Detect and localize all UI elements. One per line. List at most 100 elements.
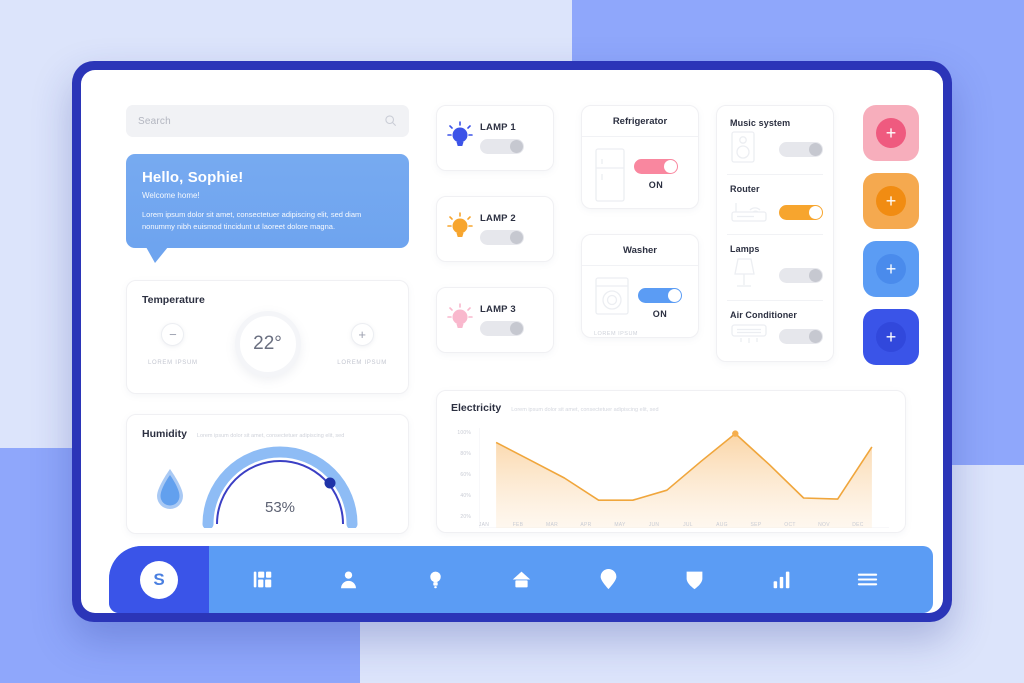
add-button-dark-blue[interactable]: + [863, 309, 919, 365]
air-conditioner-icon [730, 322, 768, 351]
temperature-value: 22° [234, 311, 301, 378]
location-pin-icon[interactable] [593, 565, 623, 595]
humidity-value: 53% [264, 499, 296, 517]
search-bar[interactable]: Search [126, 105, 409, 137]
hamburger-menu-icon[interactable] [853, 565, 883, 595]
greeting-subtitle: Welcome home! [142, 191, 200, 200]
lamp-1-label: LAMP 1 [480, 122, 516, 133]
lamp-column: LAMP 1 LAMP 2 LAMP 3 [436, 105, 554, 378]
speaker-icon [730, 130, 756, 169]
x-tick-oct: OCT [784, 522, 796, 528]
x-tick-sep: SEP [750, 522, 762, 528]
temperature-increase-button[interactable]: + [350, 322, 374, 346]
bottom-navigation: S [109, 546, 933, 613]
washer-toggle[interactable] [638, 288, 682, 303]
greeting-card: Hello, Sophie! Welcome home! Lorem ipsum… [126, 154, 409, 264]
user-icon[interactable] [334, 565, 364, 595]
device-row-music-system[interactable]: Music system [717, 118, 833, 169]
desk-lamp-icon [730, 256, 758, 295]
router-toggle[interactable] [779, 205, 823, 220]
add-button-light-blue[interactable]: + [863, 241, 919, 297]
divider [727, 234, 823, 235]
lamp-card-1[interactable]: LAMP 1 [436, 105, 554, 171]
x-tick-jun: JUN [648, 522, 660, 528]
x-tick-may: MAY [614, 522, 626, 528]
plus-icon: + [876, 322, 906, 352]
y-tick-40: 40% [460, 493, 471, 499]
lightbulb-icon[interactable] [420, 565, 450, 595]
x-tick-apr: APR [580, 522, 592, 528]
nav-items [209, 565, 933, 595]
x-tick-jul: JUL [683, 522, 693, 528]
lamp-3-toggle[interactable] [480, 321, 524, 336]
search-input[interactable]: Search [138, 116, 171, 127]
divider [727, 174, 823, 175]
divider [727, 300, 823, 301]
humidity-card: Humidity Lorem ipsum dolor sit amet, con… [126, 414, 409, 535]
electricity-area-chart [479, 428, 889, 528]
lamp-1-toggle[interactable] [480, 139, 524, 154]
washer-icon [594, 276, 630, 321]
electricity-chart-card: Electricity Lorem ipsum dolor sit amet, … [436, 390, 906, 533]
dashboard-grid-icon[interactable] [247, 565, 277, 595]
lightbulb-icon [447, 302, 473, 338]
lamp-card-2[interactable]: LAMP 2 [436, 196, 554, 262]
device-list-column: Music system Router Lamps Air Conditione… [716, 105, 834, 362]
washer-caption: LOREM IPSUM [594, 331, 639, 337]
refrigerator-card: Refrigerator ON [581, 105, 699, 209]
greeting-title: Hello, Sophie! [142, 169, 244, 186]
device-row-air-conditioner[interactable]: Air Conditioner [717, 310, 833, 351]
refrigerator-status: ON [648, 180, 664, 190]
plus-icon: + [876, 254, 906, 284]
x-tick-dec: DEC [852, 522, 864, 528]
lamp-3-label: LAMP 3 [480, 304, 516, 315]
device-row-lamps[interactable]: Lamps [717, 244, 833, 295]
temperature-right-caption: LOREM IPSUM [337, 359, 387, 366]
plus-icon: + [876, 186, 906, 216]
humidity-title: Humidity [142, 428, 187, 441]
greeting-body: Lorem ipsum dolor sit amet, consectetuer… [142, 210, 362, 231]
humidity-subtitle: Lorem ipsum dolor sit amet, consectetuer… [196, 433, 345, 440]
humidity-gauge: 53% [200, 446, 360, 530]
lamp-2-label: LAMP 2 [480, 213, 516, 224]
lamp-2-toggle[interactable] [480, 230, 524, 245]
refrigerator-icon [594, 147, 626, 208]
music-system-toggle[interactable] [779, 142, 823, 157]
router-icon [730, 196, 768, 229]
lamps-toggle[interactable] [779, 268, 823, 283]
x-tick-jan: JAN [478, 522, 490, 528]
temperature-left-caption: LOREM IPSUM [148, 359, 198, 366]
air-conditioner-label: Air Conditioner [730, 310, 797, 320]
x-tick-mar: MAR [545, 522, 558, 528]
add-button-orange[interactable]: + [863, 173, 919, 229]
bar-chart-icon[interactable] [766, 565, 796, 595]
shield-icon[interactable] [680, 565, 710, 595]
avatar[interactable]: S [140, 560, 178, 599]
lamp-card-3[interactable]: LAMP 3 [436, 287, 554, 353]
device-row-router[interactable]: Router [717, 184, 833, 229]
home-icon[interactable] [507, 565, 537, 595]
quick-add-buttons: + + + + [863, 105, 919, 365]
lightbulb-icon [447, 211, 473, 247]
air-conditioner-toggle[interactable] [779, 329, 823, 344]
tablet-frame: Search Hello, Sophie! Welcome home! Lore… [72, 61, 952, 622]
lamps-label: Lamps [730, 244, 760, 254]
water-drop-icon [154, 467, 186, 516]
add-button-pink[interactable]: + [863, 105, 919, 161]
temperature-decrease-button[interactable]: − [161, 322, 185, 346]
y-tick-20: 20% [460, 514, 471, 520]
dashboard-screen: Search Hello, Sophie! Welcome home! Lore… [81, 70, 943, 613]
appliance-column: Refrigerator ON Washer ON LOREM IPSUM [581, 105, 699, 363]
refrigerator-toggle[interactable] [634, 159, 678, 174]
nav-brand[interactable]: S [109, 546, 209, 613]
x-tick-aug: AUG [716, 522, 728, 528]
chart-subtitle: Lorem ipsum dolor sit amet, consectetuer… [511, 407, 659, 413]
chart-title: Electricity [451, 402, 502, 414]
temperature-card: Temperature − LOREM IPSUM 22° + LOREM IP… [126, 280, 409, 395]
washer-status: ON [652, 309, 668, 319]
music-system-label: Music system [730, 118, 791, 128]
washer-card: Washer ON LOREM IPSUM [581, 234, 699, 338]
y-tick-100: 100% [457, 430, 471, 436]
temperature-title: Temperature [142, 294, 205, 307]
search-icon[interactable] [384, 114, 397, 132]
